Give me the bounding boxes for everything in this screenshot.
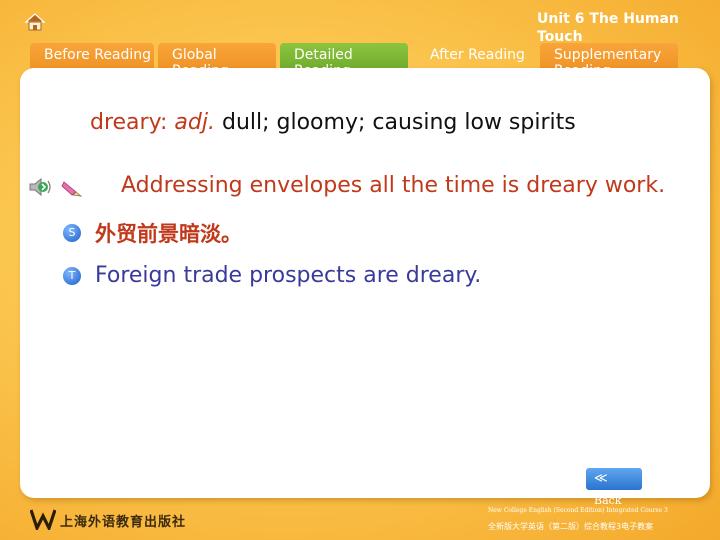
word-meaning: dull; gloomy; causing low spirits [221, 110, 576, 135]
publisher-logo [30, 509, 56, 530]
chinese-sentence: 外贸前景暗淡。 [95, 222, 242, 246]
course-title-chinese: 全新版大学英语（第二版）综合教程3电子教案 [488, 522, 654, 531]
tab-label: After Reading [430, 47, 525, 63]
unit-title: Unit 6 The Human Touch [537, 11, 679, 45]
source-badge: S [63, 224, 81, 242]
back-label: Back [594, 494, 622, 507]
course-title-english: New College English (Second Edition) Int… [488, 507, 668, 514]
publisher-name: 上海外语教育出版社 [60, 515, 187, 530]
pencil-icon [61, 181, 83, 197]
translation-badge: T [63, 267, 81, 285]
speaker-icon[interactable] [27, 176, 53, 198]
back-icon: ≪ [594, 471, 608, 486]
example-sentence: Addressing envelopes all the time is dre… [121, 173, 666, 198]
home-icon[interactable] [24, 12, 46, 32]
back-button[interactable]: ≪ Back [586, 468, 642, 507]
tab-label: Before Reading [44, 47, 152, 63]
vocabulary-word: dreary: [90, 110, 168, 135]
vocabulary-definition: dreary: adj. dull; gloomy; causing low s… [90, 110, 576, 135]
part-of-speech: adj. [174, 110, 215, 135]
translated-sentence: Foreign trade prospects are dreary. [95, 263, 482, 288]
